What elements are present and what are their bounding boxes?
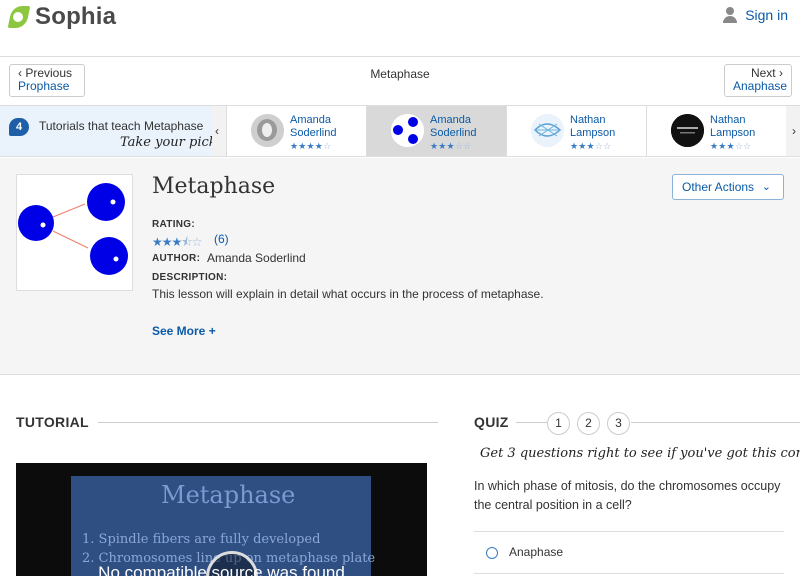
tutorial-thumbnail bbox=[671, 114, 704, 147]
divider bbox=[631, 422, 800, 423]
carousel-next-arrow-icon[interactable]: › bbox=[792, 124, 796, 138]
person-icon bbox=[723, 7, 738, 23]
nav-title: Metaphase bbox=[370, 67, 430, 81]
author-name: Amanda Soderlind bbox=[207, 251, 306, 265]
chevron-down-icon: ⌄ bbox=[761, 181, 771, 193]
tutorial-rating-stars: ★★★☆☆ bbox=[710, 141, 752, 151]
rating-count[interactable]: (6) bbox=[214, 232, 229, 246]
other-actions-label: Other Actions bbox=[682, 180, 755, 194]
see-more-link[interactable]: See More + bbox=[152, 324, 216, 338]
take-your-pick: Take your pick: bbox=[120, 135, 212, 150]
lesson-thumbnail bbox=[16, 174, 133, 291]
next-button[interactable]: Next › Anaphase bbox=[724, 64, 792, 97]
description-label: DESCRIPTION: bbox=[152, 272, 228, 283]
author-label: AUTHOR: bbox=[152, 253, 201, 264]
carousel-title: Tutorials that teach Metaphase bbox=[39, 119, 204, 133]
video-player[interactable]: Metaphase 1. Spindle fibers are fully de… bbox=[16, 463, 427, 576]
divider bbox=[516, 422, 547, 423]
tutorial-thumbnail bbox=[531, 114, 564, 147]
quiz-question-1[interactable]: 1 bbox=[547, 412, 570, 435]
chevron-right-icon: › bbox=[779, 66, 783, 80]
tutorial-thumbnail bbox=[251, 114, 284, 147]
signin-link[interactable]: Sign in bbox=[723, 7, 788, 23]
answer-text: Anaphase bbox=[509, 545, 564, 559]
previous-target: Prophase bbox=[18, 79, 70, 93]
lesson-info: Metaphase Other Actions ⌄ RATING: ★★★⯪☆ … bbox=[0, 158, 800, 375]
tutorial-card[interactable]: Amanda Soderlind ★★★★☆ bbox=[226, 106, 366, 156]
tutorial-card[interactable]: Nathan Lampson ★★★☆☆ bbox=[506, 106, 646, 156]
quiz-answer-option[interactable]: Anaphase bbox=[474, 531, 784, 573]
tutorial-rating-stars: ★★★☆☆ bbox=[430, 141, 472, 151]
description-text: This lesson will explain in detail what … bbox=[152, 287, 544, 301]
carousel-intro: 4 Tutorials that teach Metaphase Take yo… bbox=[0, 106, 212, 156]
divider bbox=[98, 422, 438, 423]
tutorial-rating-stars: ★★★☆☆ bbox=[570, 141, 612, 151]
video-board-line: 1. Spindle fibers are fully developed bbox=[82, 532, 321, 547]
carousel-prev-arrow-icon[interactable]: ‹ bbox=[215, 124, 219, 138]
tutorial-rating-stars: ★★★★☆ bbox=[290, 141, 332, 151]
tutorial-heading: TUTORIAL bbox=[16, 414, 89, 430]
logo-text: Sophia bbox=[35, 3, 117, 30]
other-actions-dropdown[interactable]: Other Actions ⌄ bbox=[672, 174, 784, 200]
video-error-message: No compatible source was found bbox=[98, 563, 345, 576]
tutorial-carousel: 4 Tutorials that teach Metaphase Take yo… bbox=[0, 105, 800, 157]
video-board-title: Metaphase bbox=[161, 481, 296, 509]
next-label: Next bbox=[750, 66, 776, 80]
tutorial-author: Amanda Soderlind bbox=[290, 114, 337, 139]
rating-stars: ★★★⯪☆ bbox=[152, 235, 202, 249]
tutorial-author: Amanda Soderlind bbox=[430, 114, 477, 139]
lesson-nav: ‹ Previous Prophase Metaphase Next › Ana… bbox=[0, 57, 800, 105]
sophia-leaf-icon bbox=[7, 6, 31, 28]
tutorial-card[interactable]: Nathan Lampson ★★★☆☆ bbox=[646, 106, 786, 156]
signin-label: Sign in bbox=[745, 7, 788, 23]
quiz-tagline: Get 3 questions right to see if you've g… bbox=[480, 446, 800, 461]
radio-button[interactable] bbox=[486, 547, 498, 559]
tutorial-author: Nathan Lampson bbox=[710, 114, 756, 139]
quiz-question-2[interactable]: 2 bbox=[577, 412, 600, 435]
quiz-question: In which phase of mitosis, do the chromo… bbox=[474, 479, 781, 512]
quiz-question-3[interactable]: 3 bbox=[607, 412, 630, 435]
tutorial-author: Nathan Lampson bbox=[570, 114, 616, 139]
lesson-title: Metaphase bbox=[152, 174, 276, 199]
sophia-logo[interactable]: Sophia bbox=[7, 3, 117, 30]
tutorial-thumbnail bbox=[391, 114, 424, 147]
top-header: Sophia Sign in bbox=[0, 0, 800, 57]
tutorial-card-active[interactable]: Amanda Soderlind ★★★☆☆ bbox=[366, 106, 506, 156]
tutorial-count-badge: 4 bbox=[9, 118, 29, 136]
next-target: Anaphase bbox=[733, 79, 788, 93]
quiz-heading: QUIZ bbox=[474, 414, 509, 430]
rating-label: RATING: bbox=[152, 219, 196, 230]
